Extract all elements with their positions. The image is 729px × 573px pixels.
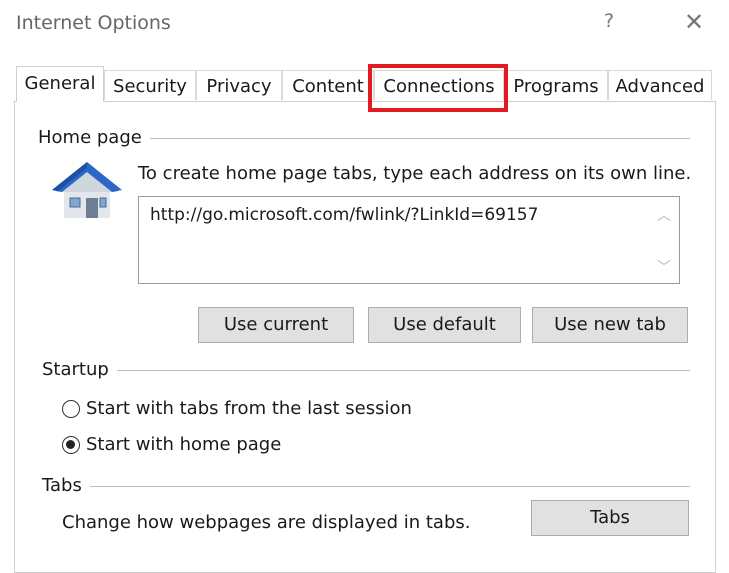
tab-privacy[interactable]: Privacy [196,70,282,100]
chevron-up-icon[interactable]: ︿ [657,205,671,225]
tab-programs[interactable]: Programs [504,70,608,100]
startup-option-last-session[interactable]: Start with tabs from the last session [62,398,412,419]
use-default-button[interactable]: Use default [368,307,521,343]
window-title: Internet Options [16,12,171,34]
tab-security[interactable]: Security [104,70,196,100]
home-page-address-field[interactable]: http://go.microsoft.com/fwlink/?LinkId=6… [138,196,680,284]
startup-divider [44,370,690,371]
help-button[interactable]: ? [604,10,614,32]
close-button[interactable]: ✕ [684,8,704,36]
tab-advanced[interactable]: Advanced [608,70,712,100]
home-page-group-label: Home page [38,127,150,148]
house-icon [52,162,122,218]
startup-group-label: Startup [42,359,117,380]
tabs-divider [44,486,690,487]
use-current-button[interactable]: Use current [198,307,354,343]
connections-highlight-box [368,64,508,112]
startup-option-home-page[interactable]: Start with home page [62,434,281,455]
tabs-description: Change how webpages are displayed in tab… [62,512,471,533]
title-bar: Internet Options ? ✕ [0,0,729,50]
tabs-group-label: Tabs [42,475,90,496]
chevron-down-icon[interactable]: ﹀ [657,257,671,277]
home-page-instructions: To create home page tabs, type each addr… [138,163,692,184]
tab-content[interactable]: Content [282,70,374,100]
home-page-address-value[interactable]: http://go.microsoft.com/fwlink/?LinkId=6… [150,205,538,225]
use-new-tab-button[interactable]: Use new tab [532,307,688,343]
tab-general[interactable]: General [16,66,104,102]
tabs-settings-button[interactable]: Tabs [531,500,689,536]
radio-home-page[interactable] [62,435,80,454]
radio-last-session[interactable] [62,399,80,418]
